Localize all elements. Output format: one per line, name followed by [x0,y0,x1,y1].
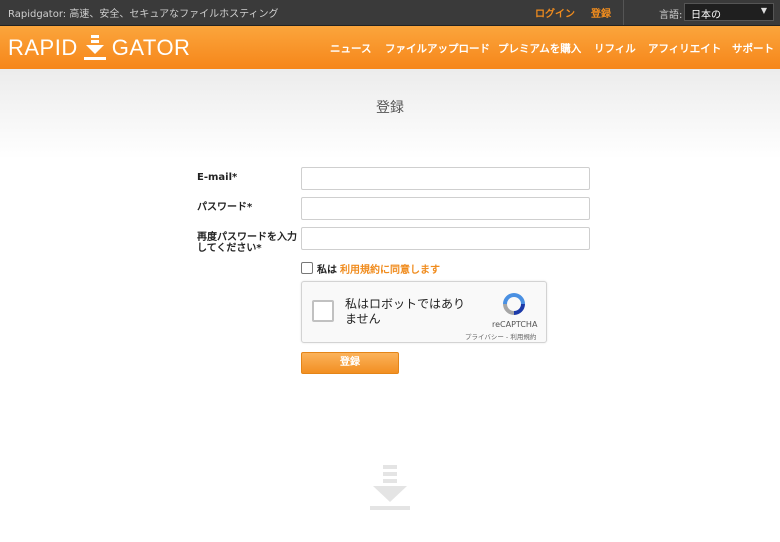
nav-news[interactable]: ニュース [330,41,371,56]
terms-row: 私は 利用規約に同意します [301,261,440,276]
download-arrow-icon [83,35,106,60]
nav-support[interactable]: サポート [732,41,774,56]
recaptcha-icon [503,293,525,315]
page-title: 登録 [376,100,404,116]
nav-affiliate[interactable]: アフィリエイト [648,41,721,56]
chevron-down-icon: ▼ [760,6,767,15]
recaptcha-checkbox[interactable] [312,300,334,322]
main-header: RAPID GATOR ニュース ファイルアップロード プレミアムを購入 リフィ… [0,26,780,69]
login-link[interactable]: ログイン [535,5,575,20]
logo-text-left: RAPID [8,35,78,60]
terms-checkbox[interactable] [301,262,313,274]
nav-buy-premium[interactable]: プレミアムを購入 [498,41,581,56]
logo-text-right: GATOR [111,35,191,60]
site-tagline: Rapidgator: 高速、安全、セキュアなファイルホスティング [8,9,279,20]
language-value: 日本の [691,10,721,21]
recaptcha-widget: 私はロボットではありません reCAPTCHA プライバシー - 利用規約 [301,281,547,343]
recaptcha-label: 私はロボットではありません [345,297,466,326]
confirm-password-label: 再度パスワードを入力してください* [197,232,297,254]
site-logo[interactable]: RAPID GATOR [8,34,190,62]
register-link[interactable]: 登録 [591,5,611,20]
download-arrow-icon [370,465,410,510]
language-select[interactable]: 日本の ▼ [684,3,774,21]
email-label: E-mail* [197,172,238,183]
email-field[interactable] [301,167,590,190]
register-button[interactable]: 登録 [301,352,399,374]
recaptcha-brand: reCAPTCHA [492,320,538,329]
nav-file-upload[interactable]: ファイルアップロード [385,41,490,56]
recaptcha-links[interactable]: プライバシー - 利用規約 [465,331,536,341]
nav-refill[interactable]: リフィル [594,41,636,56]
password-label: パスワード* [197,202,253,213]
language-label: 言語: [659,10,683,21]
top-bar: Rapidgator: 高速、安全、セキュアなファイルホスティング ログイン 登… [0,0,780,26]
password-field[interactable] [301,197,590,220]
terms-prefix: 私は [317,264,337,276]
terms-link[interactable]: 利用規約に同意します [340,261,440,276]
confirm-password-field[interactable] [301,227,590,250]
topbar-divider [623,0,624,25]
